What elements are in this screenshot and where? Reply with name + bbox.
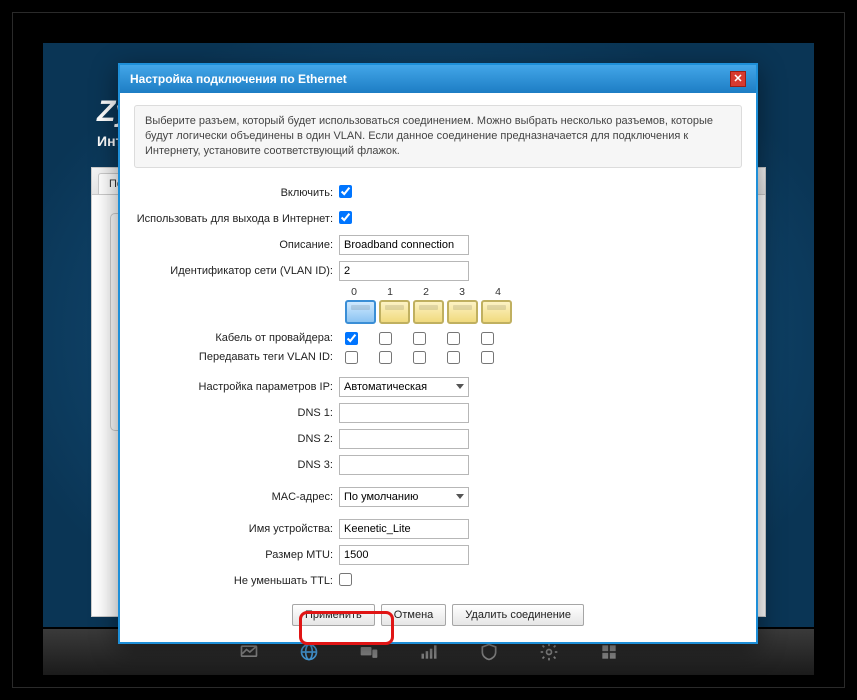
input-dns3[interactable]	[339, 455, 469, 475]
input-dns1[interactable]	[339, 403, 469, 423]
provider-cable-2[interactable]	[413, 332, 426, 345]
modal-buttons: Применить Отмена Удалить соединение	[134, 604, 742, 626]
devices-icon[interactable]	[359, 642, 379, 662]
vlan-tag-4[interactable]	[481, 351, 494, 364]
port-2[interactable]	[413, 300, 444, 324]
port-0[interactable]	[345, 300, 376, 324]
label-vlan: Идентификатор сети (VLAN ID):	[134, 265, 339, 277]
checkbox-internet[interactable]	[339, 211, 352, 224]
delete-connection-button[interactable]: Удалить соединение	[452, 604, 584, 626]
label-provider-cable: Кабель от провайдера:	[134, 332, 339, 344]
select-mac[interactable]: По умолчанию	[339, 487, 469, 507]
provider-cable-0[interactable]	[345, 332, 358, 345]
shield-icon[interactable]	[479, 642, 499, 662]
checkbox-enable[interactable]	[339, 185, 352, 198]
label-description: Описание:	[134, 239, 339, 251]
monitor-icon[interactable]	[239, 642, 259, 662]
select-ip-config[interactable]: Автоматическая	[339, 377, 469, 397]
port-4[interactable]	[481, 300, 512, 324]
label-device: Имя устройства:	[134, 523, 339, 535]
modal-titlebar: Настройка подключения по Ethernet ✕	[120, 65, 756, 93]
ethernet-settings-modal: Настройка подключения по Ethernet ✕ Выбе…	[118, 63, 758, 644]
vlan-tag-2[interactable]	[413, 351, 426, 364]
apps-icon[interactable]	[599, 642, 619, 662]
input-mtu[interactable]	[339, 545, 469, 565]
port-1[interactable]	[379, 300, 410, 324]
close-icon[interactable]: ✕	[730, 71, 746, 87]
apply-button[interactable]: Применить	[292, 604, 375, 626]
label-ip-config: Настройка параметров IP:	[134, 381, 339, 393]
vlan-tag-3[interactable]	[447, 351, 460, 364]
modal-body: Выберите разъем, который будет использов…	[120, 93, 756, 642]
cancel-button[interactable]: Отмена	[381, 604, 446, 626]
label-dns1: DNS 1:	[134, 407, 339, 419]
label-mtu: Размер MTU:	[134, 549, 339, 561]
port-3[interactable]	[447, 300, 478, 324]
provider-cable-3[interactable]	[447, 332, 460, 345]
app-frame: ZyX Интерн Подкл Сое, Сое нео нас ука Ин…	[12, 12, 845, 688]
provider-cable-4[interactable]	[481, 332, 494, 345]
label-mac: MAC-адрес:	[134, 491, 339, 503]
label-dns2: DNS 2:	[134, 433, 339, 445]
label-vlan-tags: Передавать теги VLAN ID:	[134, 351, 339, 363]
port-selector	[345, 300, 742, 324]
input-vlan[interactable]	[339, 261, 469, 281]
port-number-labels: 0 1 2 3 4	[345, 286, 742, 298]
input-device[interactable]	[339, 519, 469, 539]
modal-title-text: Настройка подключения по Ethernet	[130, 72, 347, 86]
globe-icon[interactable]	[299, 642, 319, 662]
gear-icon[interactable]	[539, 642, 559, 662]
label-internet: Использовать для выхода в Интернет:	[134, 213, 339, 225]
input-description[interactable]	[339, 235, 469, 255]
provider-cable-1[interactable]	[379, 332, 392, 345]
label-dns3: DNS 3:	[134, 459, 339, 471]
signal-icon[interactable]	[419, 642, 439, 662]
label-ttl: Не уменьшать TTL:	[134, 575, 339, 587]
label-enable: Включить:	[134, 187, 339, 199]
info-note: Выберите разъем, который будет использов…	[134, 105, 742, 168]
vlan-tag-1[interactable]	[379, 351, 392, 364]
checkbox-ttl[interactable]	[339, 573, 352, 586]
input-dns2[interactable]	[339, 429, 469, 449]
vlan-tag-0[interactable]	[345, 351, 358, 364]
